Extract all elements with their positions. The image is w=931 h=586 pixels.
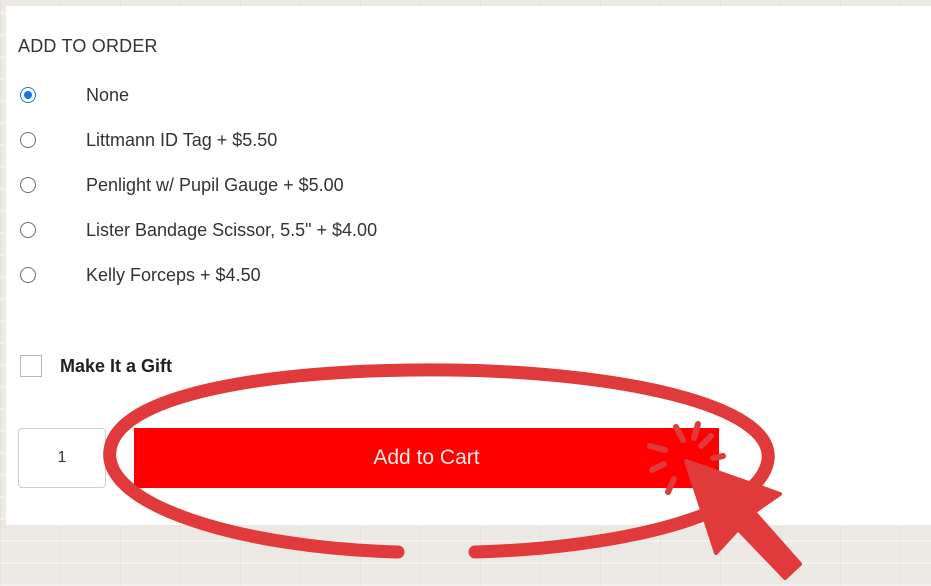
option-scissor[interactable]: Lister Bandage Scissor, 5.5" + $4.00 (20, 219, 377, 241)
option-label: None (86, 84, 130, 105)
radio-id-tag[interactable] (20, 132, 36, 148)
gift-option[interactable]: Make It a Gift (20, 354, 172, 378)
radio-forceps[interactable] (20, 267, 36, 283)
option-id-tag[interactable]: Littmann ID Tag + $5.50 (20, 129, 277, 151)
radio-penlight[interactable] (20, 177, 36, 193)
option-label: Kelly Forceps + $4.50 (86, 264, 261, 285)
add-to-cart-button[interactable]: Add to Cart (134, 428, 719, 488)
option-forceps[interactable]: Kelly Forceps + $4.50 (20, 264, 261, 286)
add-to-order-heading: ADD TO ORDER (18, 36, 158, 56)
radio-none[interactable] (20, 87, 36, 103)
add-to-order-panel: ADD TO ORDER None Littmann ID Tag + $5.5… (6, 6, 931, 525)
option-none[interactable]: None (20, 84, 129, 106)
option-label: Lister Bandage Scissor, 5.5" + $4.00 (86, 219, 378, 240)
gift-checkbox[interactable] (20, 355, 42, 377)
gift-label: Make It a Gift (60, 355, 173, 376)
option-label: Penlight w/ Pupil Gauge + $5.00 (86, 174, 344, 195)
radio-scissor[interactable] (20, 222, 36, 238)
quantity-input[interactable]: 1 (18, 428, 106, 488)
option-label: Littmann ID Tag + $5.50 (86, 129, 278, 150)
option-penlight[interactable]: Penlight w/ Pupil Gauge + $5.00 (20, 174, 344, 196)
